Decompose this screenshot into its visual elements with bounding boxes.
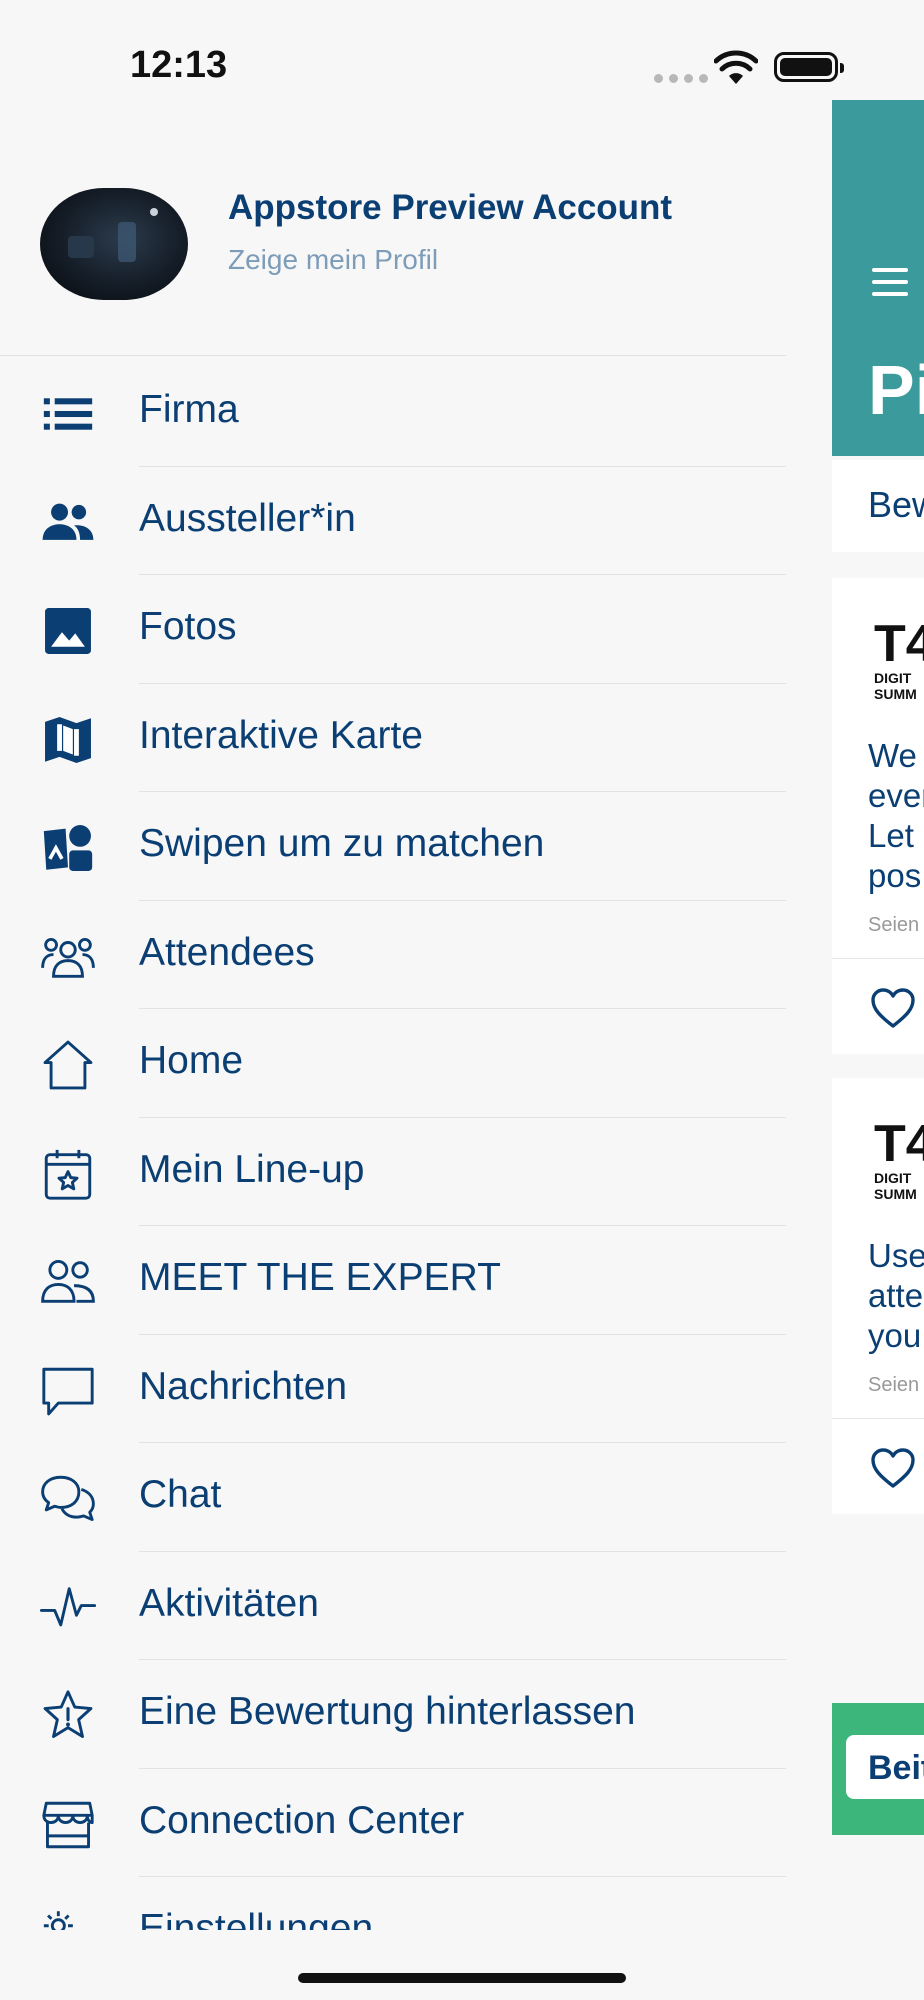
menu-item-label: Eine Bewertung hinterlassen [139, 1690, 636, 1733]
menu-item-label: Chat [139, 1473, 222, 1516]
menu-item-firma[interactable]: Firma [0, 358, 786, 467]
post-actions [832, 1418, 924, 1514]
main-header: Pi [832, 100, 924, 456]
post-text: We ever Let pos [868, 737, 924, 894]
menu-item-interaktive-karte[interactable]: Interaktive Karte [0, 684, 786, 792]
image-icon [38, 601, 98, 661]
menu-item-swipen[interactable]: Swipen um zu matchen [0, 792, 786, 901]
menu-item-bewertung[interactable]: Eine Bewertung hinterlassen [0, 1660, 786, 1769]
experts-icon [38, 1252, 98, 1312]
menu-item-chat[interactable]: Chat [0, 1443, 786, 1552]
avatar[interactable] [40, 188, 188, 300]
menu-item-label: Home [139, 1039, 244, 1082]
main-content[interactable]: Pi Bew T4 DIGIT SUMM We ever Let pos Sei… [832, 100, 924, 2000]
post-card[interactable]: T4 DIGIT SUMM Use atte you Seien [832, 1078, 924, 1514]
home-icon [38, 1035, 98, 1095]
post-button-label: Beit [868, 1749, 924, 1787]
post-meta: Seien [868, 1374, 920, 1396]
calendar-star-icon [38, 1144, 98, 1204]
store-icon [38, 1795, 98, 1855]
menu-item-connection-center[interactable]: Connection Center [0, 1769, 786, 1877]
profile-link[interactable]: Zeige mein Profil [228, 244, 438, 276]
tab-bar[interactable]: Bew [832, 460, 924, 552]
status-bar: 12:13 [0, 0, 924, 130]
post-card[interactable]: T4 DIGIT SUMM We ever Let pos Seien [832, 578, 924, 1054]
menu-item-attendees[interactable]: Attendees [0, 901, 786, 1009]
activity-icon [38, 1578, 98, 1638]
home-indicator[interactable] [298, 1973, 626, 1983]
profile-header[interactable]: Appstore Preview Account Zeige mein Prof… [0, 150, 786, 356]
menu-item-meet-the-expert[interactable]: MEET THE EXPERT [0, 1226, 786, 1335]
match-icon [38, 818, 98, 878]
menu-item-mein-line-up[interactable]: Mein Line-up [0, 1118, 786, 1226]
people-icon [38, 493, 98, 553]
star-alert-icon [38, 1686, 98, 1746]
profile-name: Appstore Preview Account [228, 188, 673, 227]
list-icon [38, 384, 98, 444]
signal-icon [654, 74, 708, 83]
menu-item-label: Einstellungen [139, 1907, 374, 1930]
status-time: 12:13 [130, 44, 228, 86]
chat-icon [38, 1469, 98, 1529]
menu-item-label: Attendees [139, 930, 315, 974]
menu-item-home[interactable]: Home [0, 1009, 786, 1118]
post-text: Use atte you [868, 1237, 924, 1354]
menu-item-label: Mein Line-up [139, 1147, 365, 1191]
map-icon [38, 710, 98, 770]
heart-icon[interactable] [870, 1447, 916, 1489]
attendees-icon [38, 927, 98, 987]
menu-item-label: Nachrichten [139, 1364, 348, 1408]
menu-item-label: MEET THE EXPERT [139, 1256, 501, 1299]
menu-item-nachrichten[interactable]: Nachrichten [0, 1335, 786, 1443]
post-logo: T4 DIGIT SUMM [874, 1115, 924, 1202]
action-bar: Beit [832, 1703, 924, 1835]
menu-item-label: Firma [139, 388, 239, 431]
menu-item-label: Aussteller*in [139, 496, 356, 540]
menu-item-aussteller[interactable]: Aussteller*in [0, 467, 786, 575]
post-meta: Seien [868, 914, 920, 936]
menu-item-label: Aktivitäten [139, 1581, 319, 1625]
heart-icon[interactable] [870, 987, 916, 1029]
menu-item-label: Connection Center [139, 1798, 465, 1842]
hamburger-menu-icon[interactable] [872, 268, 908, 296]
menu-item-label: Fotos [139, 605, 237, 648]
post-logo: T4 DIGIT SUMM [874, 615, 924, 702]
tab-bewertung[interactable]: Bew [868, 484, 924, 526]
settings-icon [38, 1903, 98, 1930]
post-actions [832, 958, 924, 1054]
message-icon [38, 1361, 98, 1421]
menu-item-label: Interaktive Karte [139, 713, 423, 757]
drawer-menu: Firma Aussteller*in Fotos Interaktive Ka… [0, 358, 786, 1930]
menu-item-fotos[interactable]: Fotos [0, 575, 786, 684]
post-button[interactable]: Beit [846, 1735, 924, 1799]
menu-item-einstellungen[interactable]: Einstellungen [0, 1877, 786, 1930]
page-title: Pi [868, 351, 924, 429]
wifi-icon [714, 50, 758, 84]
battery-icon [774, 52, 844, 82]
menu-item-label: Swipen um zu matchen [139, 822, 545, 865]
menu-item-aktivitaeten[interactable]: Aktivitäten [0, 1552, 786, 1660]
